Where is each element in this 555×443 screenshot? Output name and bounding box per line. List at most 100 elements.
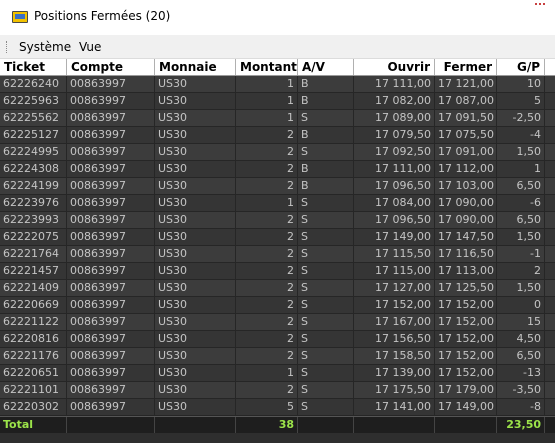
table-row[interactable]: 62221122 00863997 US30 2 S 17 167,00 17 152,00…: [0, 314, 555, 331]
cell-compte: 00863997: [67, 144, 155, 160]
cell-ouvrir: 17 089,00: [354, 110, 435, 126]
cell-av: B: [298, 93, 354, 109]
table-row[interactable]: 62224995 00863997 US30 2 S 17 092,50 17 091,00…: [0, 144, 555, 161]
table-row[interactable]: 62225963 00863997 US30 1 B 17 082,00 17 087,00…: [0, 93, 555, 110]
table-row[interactable]: 62224308 00863997 US30 2 B 17 111,00 17 112,00…: [0, 161, 555, 178]
cell-gp: 4,50: [497, 331, 545, 347]
cell-ouvrir: 17 175,50: [354, 382, 435, 398]
table-row[interactable]: 62221176 00863997 US30 2 S 17 158,50 17 152,00…: [0, 348, 555, 365]
table-header: Ticket Compte Monnaie Montant A/V Ouvrir…: [0, 59, 555, 76]
total-amount: 38: [236, 417, 298, 433]
column-header-ticket[interactable]: Ticket: [0, 59, 67, 75]
cell-montant: 2: [236, 280, 298, 296]
cell-gp: 6,50: [497, 178, 545, 194]
table-empty-area: [0, 433, 555, 443]
cell-compte: 00863997: [67, 127, 155, 143]
cell-fermer: 17 113,00: [435, 263, 497, 279]
cell-ouvrir: 17 152,00: [354, 297, 435, 313]
cell-av: S: [298, 246, 354, 262]
cell-av: B: [298, 76, 354, 92]
cell-fermer: 17 121,00: [435, 76, 497, 92]
table-row[interactable]: 62223993 00863997 US30 2 S 17 096,50 17 090,00…: [0, 212, 555, 229]
table-row[interactable]: 62223976 00863997 US30 1 S 17 084,00 17 090,00…: [0, 195, 555, 212]
cell-ouvrir: 17 156,50: [354, 331, 435, 347]
cell-compte: 00863997: [67, 229, 155, 245]
cell-gp: 1,50: [497, 280, 545, 296]
cell-montant: 2: [236, 382, 298, 398]
cell-montant: 2: [236, 161, 298, 177]
cell-av: B: [298, 161, 354, 177]
cell-av: S: [298, 297, 354, 313]
cell-monnaie: US30: [155, 195, 236, 211]
cell-gp: 0: [497, 297, 545, 313]
cell-fermer: 17 103,00: [435, 178, 497, 194]
cell-ouvrir: 17 158,50: [354, 348, 435, 364]
cell-fermer: 17 152,00: [435, 348, 497, 364]
menu-item-systeme[interactable]: Système: [19, 40, 71, 54]
table-row[interactable]: 62224199 00863997 US30 2 B 17 096,50 17 103,00…: [0, 178, 555, 195]
table-row[interactable]: 62220651 00863997 US30 1 S 17 139,00 17 152,00…: [0, 365, 555, 382]
cell-monnaie: US30: [155, 382, 236, 398]
table-row[interactable]: 62225127 00863997 US30 2 B 17 079,50 17 075,50…: [0, 127, 555, 144]
cell-av: S: [298, 195, 354, 211]
cell-monnaie: US30: [155, 144, 236, 160]
table-row[interactable]: 62221764 00863997 US30 2 S 17 115,50 17 116,50…: [0, 246, 555, 263]
cell-fermer: 17 147,50: [435, 229, 497, 245]
cell-montant: 2: [236, 229, 298, 245]
cell-ticket: 62221122: [0, 314, 67, 330]
cell-av: S: [298, 229, 354, 245]
menu-item-vue[interactable]: Vue: [79, 40, 101, 54]
cell-gp: 6,50: [497, 212, 545, 228]
cell-compte: 00863997: [67, 297, 155, 313]
table-row[interactable]: 62225562 00863997 US30 1 S 17 089,00 17 091,50…: [0, 110, 555, 127]
cell-monnaie: US30: [155, 348, 236, 364]
cell-ouvrir: 17 139,00: [354, 365, 435, 381]
cell-monnaie: US30: [155, 93, 236, 109]
column-header-ouvrir[interactable]: Ouvrir: [354, 59, 435, 75]
cell-ouvrir: 17 149,00: [354, 229, 435, 245]
total-empty-cell: [155, 417, 236, 433]
cell-ouvrir: 17 084,00: [354, 195, 435, 211]
table-row[interactable]: 62226240 00863997 US30 1 B 17 111,00 17 121,00…: [0, 76, 555, 93]
total-label: Total: [0, 417, 67, 433]
column-header-compte[interactable]: Compte: [67, 59, 155, 75]
table-row[interactable]: 62220669 00863997 US30 2 S 17 152,00 17 152,00…: [0, 297, 555, 314]
cell-gp: 1,50: [497, 144, 545, 160]
cell-av: S: [298, 399, 354, 415]
table-row[interactable]: 62220302 00863997 US30 5 S 17 141,00 17 149,00…: [0, 399, 555, 416]
cell-monnaie: US30: [155, 263, 236, 279]
column-header-gp[interactable]: G/P: [497, 59, 545, 75]
cell-gp: 5: [497, 93, 545, 109]
cell-ticket: 62223976: [0, 195, 67, 211]
cell-gp: 6,50: [497, 348, 545, 364]
table-row[interactable]: 62222075 00863997 US30 2 S 17 149,00 17 147,50…: [0, 229, 555, 246]
table-row[interactable]: 62220816 00863997 US30 2 S 17 156,50 17 152,00…: [0, 331, 555, 348]
cell-fermer: 17 090,00: [435, 195, 497, 211]
cell-compte: 00863997: [67, 263, 155, 279]
table-row[interactable]: 62221409 00863997 US30 2 S 17 127,00 17 125,50…: [0, 280, 555, 297]
column-header-fermer[interactable]: Fermer: [435, 59, 497, 75]
cell-ticket: 62220651: [0, 365, 67, 381]
cell-monnaie: US30: [155, 314, 236, 330]
cell-av: B: [298, 127, 354, 143]
cell-compte: 00863997: [67, 314, 155, 330]
column-header-montant[interactable]: Montant: [236, 59, 298, 75]
column-header-av[interactable]: A/V: [298, 59, 354, 75]
cell-fermer: 17 152,00: [435, 314, 497, 330]
cell-montant: 1: [236, 76, 298, 92]
cell-montant: 2: [236, 212, 298, 228]
cell-ticket: 62225127: [0, 127, 67, 143]
table-row[interactable]: 62221457 00863997 US30 2 S 17 115,00 17 113,00…: [0, 263, 555, 280]
window-control-icon[interactable]: [535, 3, 545, 9]
window-icon: [12, 11, 28, 23]
cell-gp: 15: [497, 314, 545, 330]
column-header-monnaie[interactable]: Monnaie: [155, 59, 236, 75]
cell-monnaie: US30: [155, 246, 236, 262]
cell-ticket: 62221101: [0, 382, 67, 398]
cell-av: S: [298, 314, 354, 330]
cell-av: S: [298, 382, 354, 398]
total-pnl: 23,50: [497, 417, 545, 433]
cell-av: S: [298, 280, 354, 296]
cell-monnaie: US30: [155, 212, 236, 228]
table-row[interactable]: 62221101 00863997 US30 2 S 17 175,50 17 179,00…: [0, 382, 555, 399]
